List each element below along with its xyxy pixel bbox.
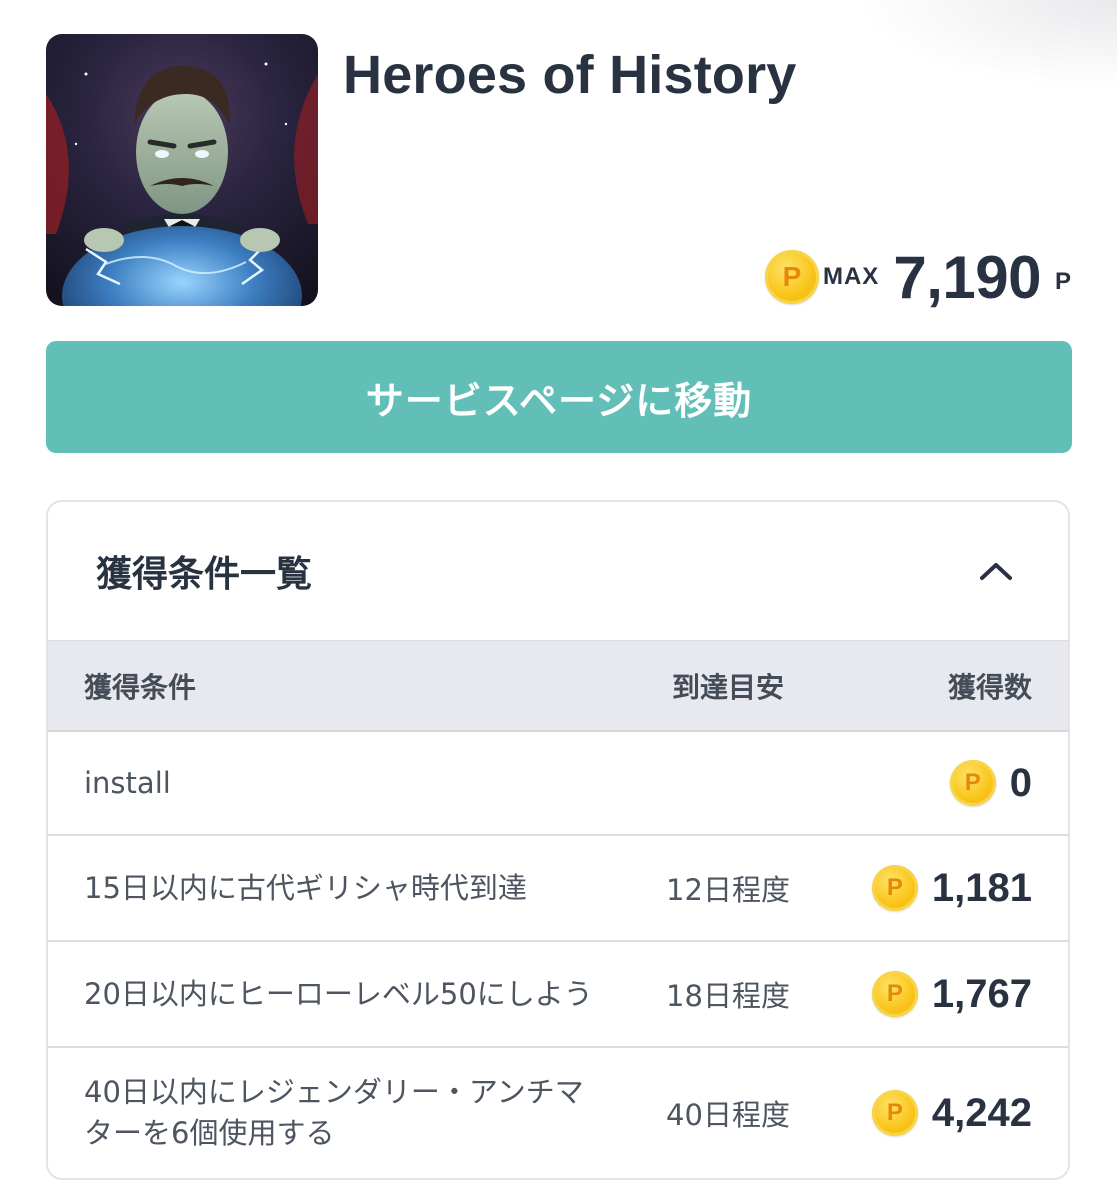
chevron-up-icon[interactable] xyxy=(978,560,1014,582)
row-estimate: 12日程度 xyxy=(666,873,790,907)
panel-title: 獲得条件一覧 xyxy=(96,554,313,595)
max-reward: P MAX 7,190 P xyxy=(764,243,1071,311)
table-row: 40日以内にレジェンダリー・アンチマターを6個使用する 40日程度 P 4,24… xyxy=(48,1048,1068,1178)
table-row: install P 0 xyxy=(48,732,1068,836)
row-estimate: 40日程度 xyxy=(666,1098,790,1132)
point-coin-icon: P xyxy=(764,250,819,304)
conditions-panel-header[interactable]: 獲得条件一覧 xyxy=(48,502,1068,640)
points-unit: P xyxy=(1054,268,1071,295)
hero-portrait-icon xyxy=(46,34,318,306)
row-condition: install xyxy=(84,765,171,800)
table-header: 獲得条件 到達目安 獲得数 xyxy=(48,640,1068,732)
go-to-service-page-button[interactable]: サービスページに移動 xyxy=(46,341,1072,453)
column-header-estimate: 到達目安 xyxy=(671,670,784,704)
point-coin-icon: P xyxy=(871,971,918,1017)
column-header-condition: 獲得条件 xyxy=(84,670,197,704)
table-row: 20日以内にヒーローレベル50にしよう 18日程度 P 1,767 xyxy=(48,942,1068,1048)
app-title: Heroes of History xyxy=(343,45,797,105)
row-points: 4,242 xyxy=(931,1090,1032,1135)
row-points: 1,181 xyxy=(931,865,1032,910)
row-estimate: 18日程度 xyxy=(666,979,790,1013)
row-points: 0 xyxy=(1009,760,1032,805)
row-points: 1,767 xyxy=(931,971,1032,1016)
row-condition: 40日以内にレジェンダリー・アンチマターを6個使用する xyxy=(84,1075,584,1150)
point-coin-icon: P xyxy=(871,1090,918,1136)
table-row: 15日以内に古代ギリシャ時代到達 12日程度 P 1,181 xyxy=(48,836,1068,942)
conditions-panel: 獲得条件一覧 獲得条件 到達目安 獲得数 install P 0 15日以内に古… xyxy=(46,500,1070,1180)
row-condition: 15日以内に古代ギリシャ時代到達 xyxy=(84,870,527,905)
app-icon[interactable] xyxy=(46,34,318,306)
point-coin-icon: P xyxy=(949,760,996,806)
row-condition: 20日以内にヒーローレベル50にしよう xyxy=(84,976,593,1011)
max-points-value: 7,190 xyxy=(893,243,1041,311)
point-coin-icon: P xyxy=(871,865,918,911)
background-shade xyxy=(857,0,1117,90)
column-header-points: 獲得数 xyxy=(947,670,1032,704)
max-label: MAX xyxy=(822,263,880,290)
